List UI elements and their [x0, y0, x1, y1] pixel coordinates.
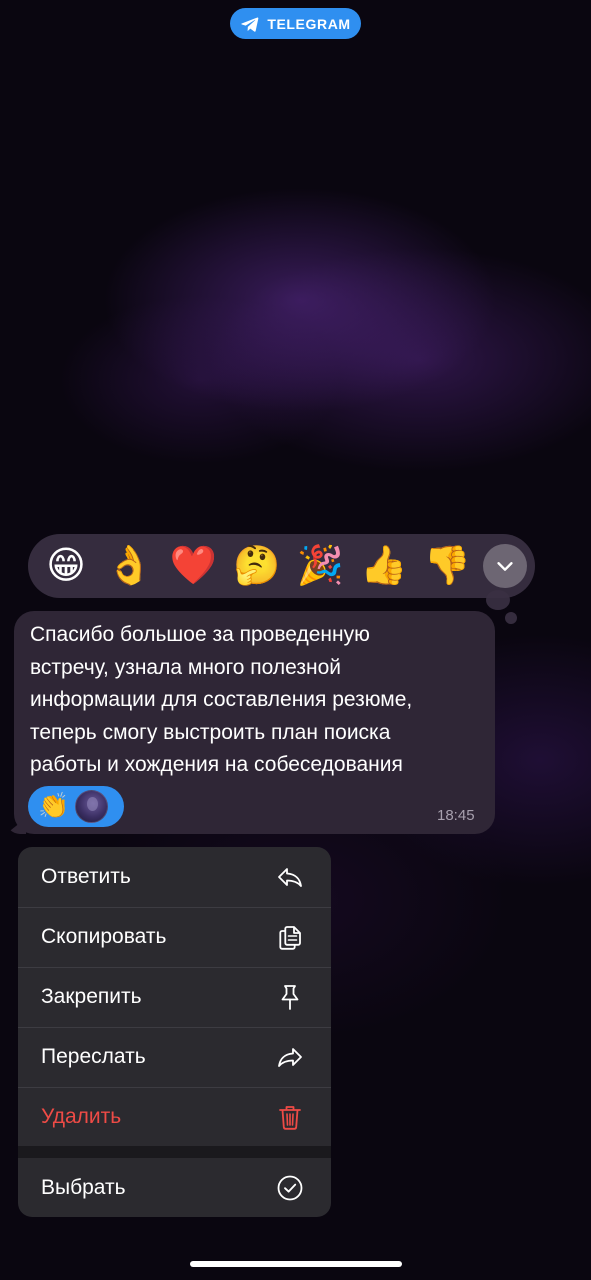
telegram-plane-icon [241, 17, 259, 32]
menu-item-pin[interactable]: Закрепить [18, 967, 331, 1027]
menu-item-reply[interactable]: Ответить [18, 847, 331, 907]
avatar [75, 790, 109, 823]
reaction-thinking-face[interactable]: 🤔 [229, 538, 285, 594]
reaction-picker: 😁 👌 ❤️ 🤔 🎉 👍 👎 [28, 534, 535, 598]
menu-item-copy[interactable]: Скопировать [18, 907, 331, 967]
clapping-hands-emoji: 👏 [38, 792, 70, 820]
telegram-app-pill[interactable]: TELEGRAM [230, 8, 361, 39]
expand-reactions-button[interactable] [482, 544, 527, 588]
copy-icon [279, 926, 301, 950]
message-timestamp: 18:45 [437, 807, 475, 824]
pin-icon [281, 985, 299, 1010]
menu-item-label: Выбрать [41, 1176, 126, 1199]
menu-item-label: Ответить [41, 865, 131, 888]
menu-group-separator [18, 1146, 331, 1158]
menu-item-select[interactable]: Выбрать [18, 1158, 331, 1217]
forward-icon [278, 1048, 302, 1067]
menu-item-delete[interactable]: Удалить [18, 1087, 331, 1147]
reaction-thumbs-up[interactable]: 👍 [356, 538, 412, 594]
menu-item-label: Скопировать [41, 925, 167, 948]
home-indicator[interactable] [190, 1261, 402, 1267]
reaction-grinning-face[interactable]: 😁 [38, 538, 94, 594]
message-text: Спасибо большое за проведенную встречу, … [30, 623, 413, 776]
context-menu: Ответить Скопировать Закрепить Переслать… [18, 847, 331, 1217]
menu-item-label: Переслать [41, 1045, 146, 1068]
reaction-bubble-tail-small [505, 612, 517, 624]
reaction-bubble-tail [486, 590, 510, 610]
reaction-ok-hand[interactable]: 👌 [102, 538, 158, 594]
menu-item-forward[interactable]: Переслать [18, 1027, 331, 1087]
chevron-down-icon [497, 562, 513, 571]
menu-item-label: Удалить [41, 1105, 122, 1128]
message-reaction-chip[interactable]: 👏 [28, 786, 124, 827]
menu-item-label: Закрепить [41, 985, 142, 1008]
reaction-party-popper[interactable]: 🎉 [292, 538, 348, 594]
trash-icon [279, 1106, 301, 1130]
reaction-thumbs-down[interactable]: 👎 [419, 538, 475, 594]
telegram-label: TELEGRAM [267, 15, 351, 32]
reaction-red-heart[interactable]: ❤️ [165, 538, 221, 594]
reply-icon [278, 868, 302, 887]
checkmark-circle-icon [277, 1175, 303, 1201]
